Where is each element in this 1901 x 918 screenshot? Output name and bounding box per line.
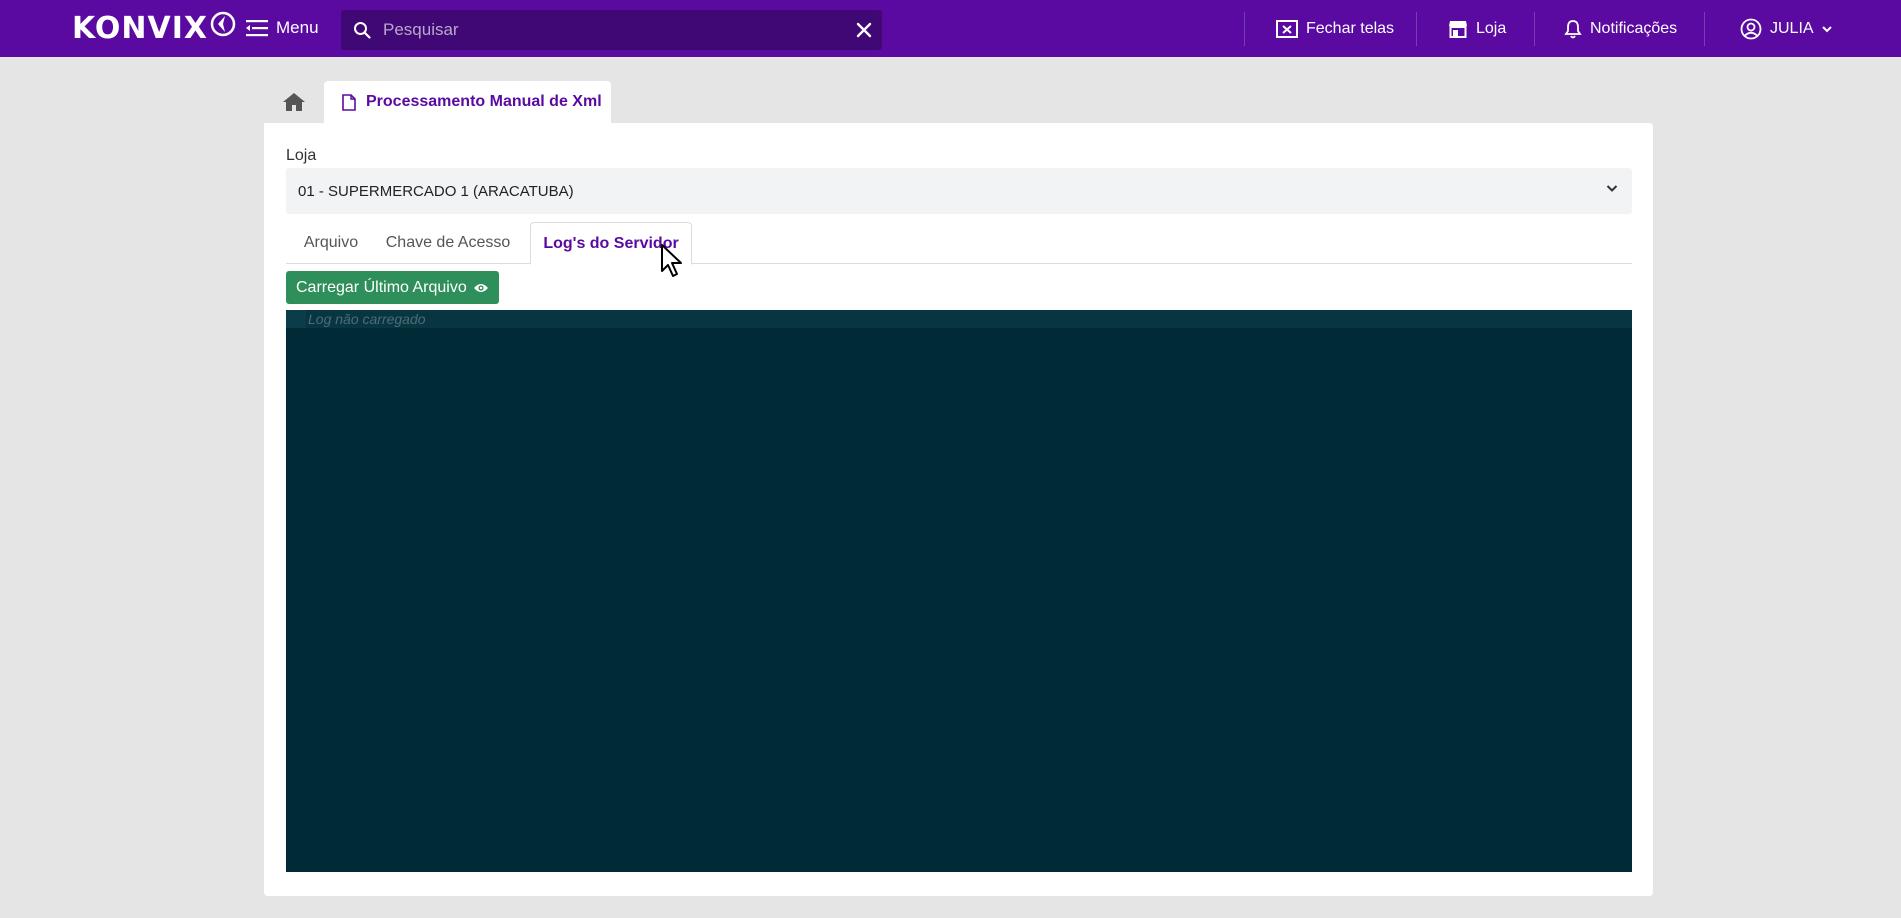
menu-label: Menu <box>276 18 319 37</box>
close-window-icon <box>1276 20 1298 38</box>
brand-mark-icon <box>210 11 236 37</box>
divider <box>1704 12 1705 46</box>
notifications-button[interactable]: Notificações <box>1564 14 1677 44</box>
mouse-cursor-icon <box>661 244 682 277</box>
load-last-file-button[interactable]: Carregar Último Arquivo <box>286 271 499 304</box>
search-input[interactable] <box>383 20 856 40</box>
search-icon <box>354 22 371 39</box>
page-title: Processamento Manual de Xml <box>366 93 602 110</box>
chevron-down-icon <box>1606 185 1618 192</box>
tab-chave-de-acesso[interactable]: Chave de Acesso <box>378 222 518 264</box>
tab-processamento-manual-xml[interactable]: Processamento Manual de Xml <box>324 81 611 123</box>
load-last-file-label: Carregar Último Arquivo <box>296 278 467 296</box>
bell-icon <box>1564 20 1582 39</box>
home-button[interactable] <box>264 81 324 123</box>
store-icon <box>1449 21 1467 38</box>
main-panel: Loja 01 - SUPERMERCADO 1 (ARACATUBA) Arq… <box>264 123 1653 896</box>
divider <box>1244 12 1245 46</box>
log-line: Log não carregado <box>286 310 1632 328</box>
store-button[interactable]: Loja <box>1448 14 1506 44</box>
store-field-label: Loja <box>286 147 317 164</box>
breadcrumb: Processamento Manual de Xml <box>264 81 611 123</box>
tab-arquivo[interactable]: Arquivo <box>286 222 376 264</box>
menu-icon <box>246 20 268 37</box>
brand-name: KONVIX <box>72 11 209 46</box>
menu-button[interactable]: Menu <box>246 14 319 42</box>
home-icon <box>283 93 305 111</box>
eye-icon <box>473 283 488 292</box>
brand-logo[interactable]: KONVIX <box>72 12 236 46</box>
divider <box>1416 12 1417 46</box>
notifications-label: Notificações <box>1590 20 1678 37</box>
divider <box>1534 12 1535 46</box>
close-screens-label: Fechar telas <box>1306 20 1395 37</box>
log-viewer[interactable]: Log não carregado <box>286 310 1632 872</box>
log-placeholder: Log não carregado <box>308 311 426 327</box>
store-select[interactable]: 01 - SUPERMERCADO 1 (ARACATUBA) <box>286 168 1632 214</box>
store-select-value: 01 - SUPERMERCADO 1 (ARACATUBA) <box>298 182 574 200</box>
close-screens-button[interactable]: Fechar telas <box>1276 14 1394 44</box>
search-bar <box>341 10 882 50</box>
log-gutter <box>286 310 306 328</box>
document-icon <box>342 93 356 111</box>
top-navbar: KONVIX Menu Fechar telas <box>0 0 1901 57</box>
clear-search-icon[interactable] <box>856 22 872 38</box>
user-name: JULIA <box>1770 20 1814 37</box>
user-avatar-icon <box>1740 18 1762 40</box>
user-menu[interactable]: JULIA <box>1740 14 1832 44</box>
tab-bar: Arquivo Chave de Acesso Log's do Servido… <box>286 222 1632 265</box>
chevron-down-icon <box>1821 26 1832 33</box>
store-label: Loja <box>1476 20 1507 37</box>
